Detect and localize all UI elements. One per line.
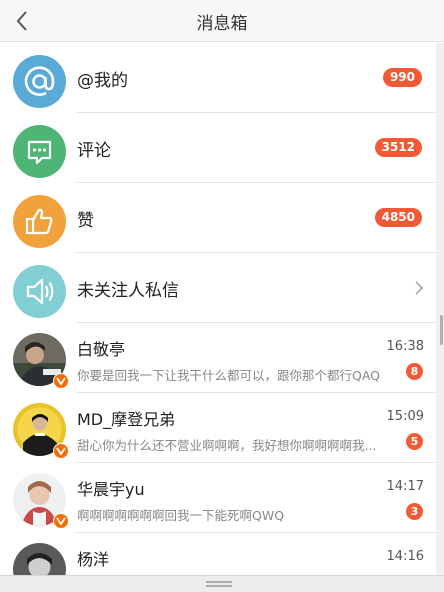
message-time: 15:09 xyxy=(386,409,424,424)
unread-count-badge: 3 xyxy=(406,503,423,520)
at-icon xyxy=(13,55,66,108)
back-button[interactable] xyxy=(8,6,38,36)
verified-badge-icon xyxy=(53,443,69,459)
message-preview: 甜心你为什么还不营业啊啊啊，我好想你啊啊啊啊我... xyxy=(77,438,377,453)
verified-badge-icon xyxy=(53,373,69,389)
sender-name: 白敬亭 xyxy=(77,340,126,359)
category-label: 赞 xyxy=(77,211,94,231)
avatar xyxy=(13,333,69,389)
category-row-stranger-messages[interactable]: 未关注人私信 xyxy=(0,253,436,323)
avatar xyxy=(13,473,69,529)
sender-name: 杨洋 xyxy=(77,550,110,569)
top-nav-bar: 消息箱 xyxy=(0,0,444,42)
drag-handle-icon[interactable] xyxy=(206,581,232,587)
page-title: 消息箱 xyxy=(196,14,248,34)
message-row[interactable]: MD_摩登兄弟 15:09 甜心你为什么还不营业啊啊啊，我好想你啊啊啊啊我...… xyxy=(0,393,436,463)
chevron-left-icon xyxy=(16,11,27,31)
category-label: @我的 xyxy=(77,71,128,91)
message-time: 14:16 xyxy=(386,549,424,564)
scrollbar[interactable] xyxy=(436,43,444,575)
category-row-mentions[interactable]: @我的 990 xyxy=(0,43,436,113)
message-time: 16:38 xyxy=(386,339,424,354)
unread-count-badge: 8 xyxy=(406,363,423,380)
chevron-right-icon xyxy=(415,281,424,295)
sender-name: MD_摩登兄弟 xyxy=(77,410,176,429)
category-row-likes[interactable]: 赞 4850 xyxy=(0,183,436,253)
unread-count-badge: 5 xyxy=(406,433,423,450)
message-time: 14:17 xyxy=(386,479,424,494)
comment-icon xyxy=(13,125,66,178)
thumbs-up-icon xyxy=(13,195,66,248)
unread-badge: 4850 xyxy=(374,208,422,227)
avatar xyxy=(13,543,66,575)
bottom-bar xyxy=(0,575,444,592)
sender-name: 华晨宇yu xyxy=(77,480,145,499)
message-row[interactable]: 杨洋 14:16 xyxy=(0,533,436,575)
scrollbar-thumb[interactable] xyxy=(440,315,443,345)
message-preview: 啊啊啊啊啊啊啊回我一下能死啊QWQ xyxy=(77,508,285,523)
message-preview: 你要是回我一下让我干什么都可以，跟你那个都行QAQ xyxy=(77,368,381,383)
avatar xyxy=(13,403,69,459)
message-row[interactable]: 华晨宇yu 14:17 啊啊啊啊啊啊啊回我一下能死啊QWQ 3 xyxy=(0,463,436,533)
verified-badge-icon xyxy=(53,513,69,529)
category-row-comments[interactable]: 评论 3512 xyxy=(0,113,436,183)
speaker-icon xyxy=(13,265,66,318)
message-list[interactable]: @我的 990 评论 3512 赞 4850 未关注人私信 白敬亭 16:38 … xyxy=(0,43,436,575)
category-label: 未关注人私信 xyxy=(77,281,179,301)
message-row[interactable]: 白敬亭 16:38 你要是回我一下让我干什么都可以，跟你那个都行QAQ 8 xyxy=(0,323,436,393)
unread-badge: 990 xyxy=(382,68,422,87)
category-label: 评论 xyxy=(77,141,111,161)
unread-badge: 3512 xyxy=(374,138,422,157)
